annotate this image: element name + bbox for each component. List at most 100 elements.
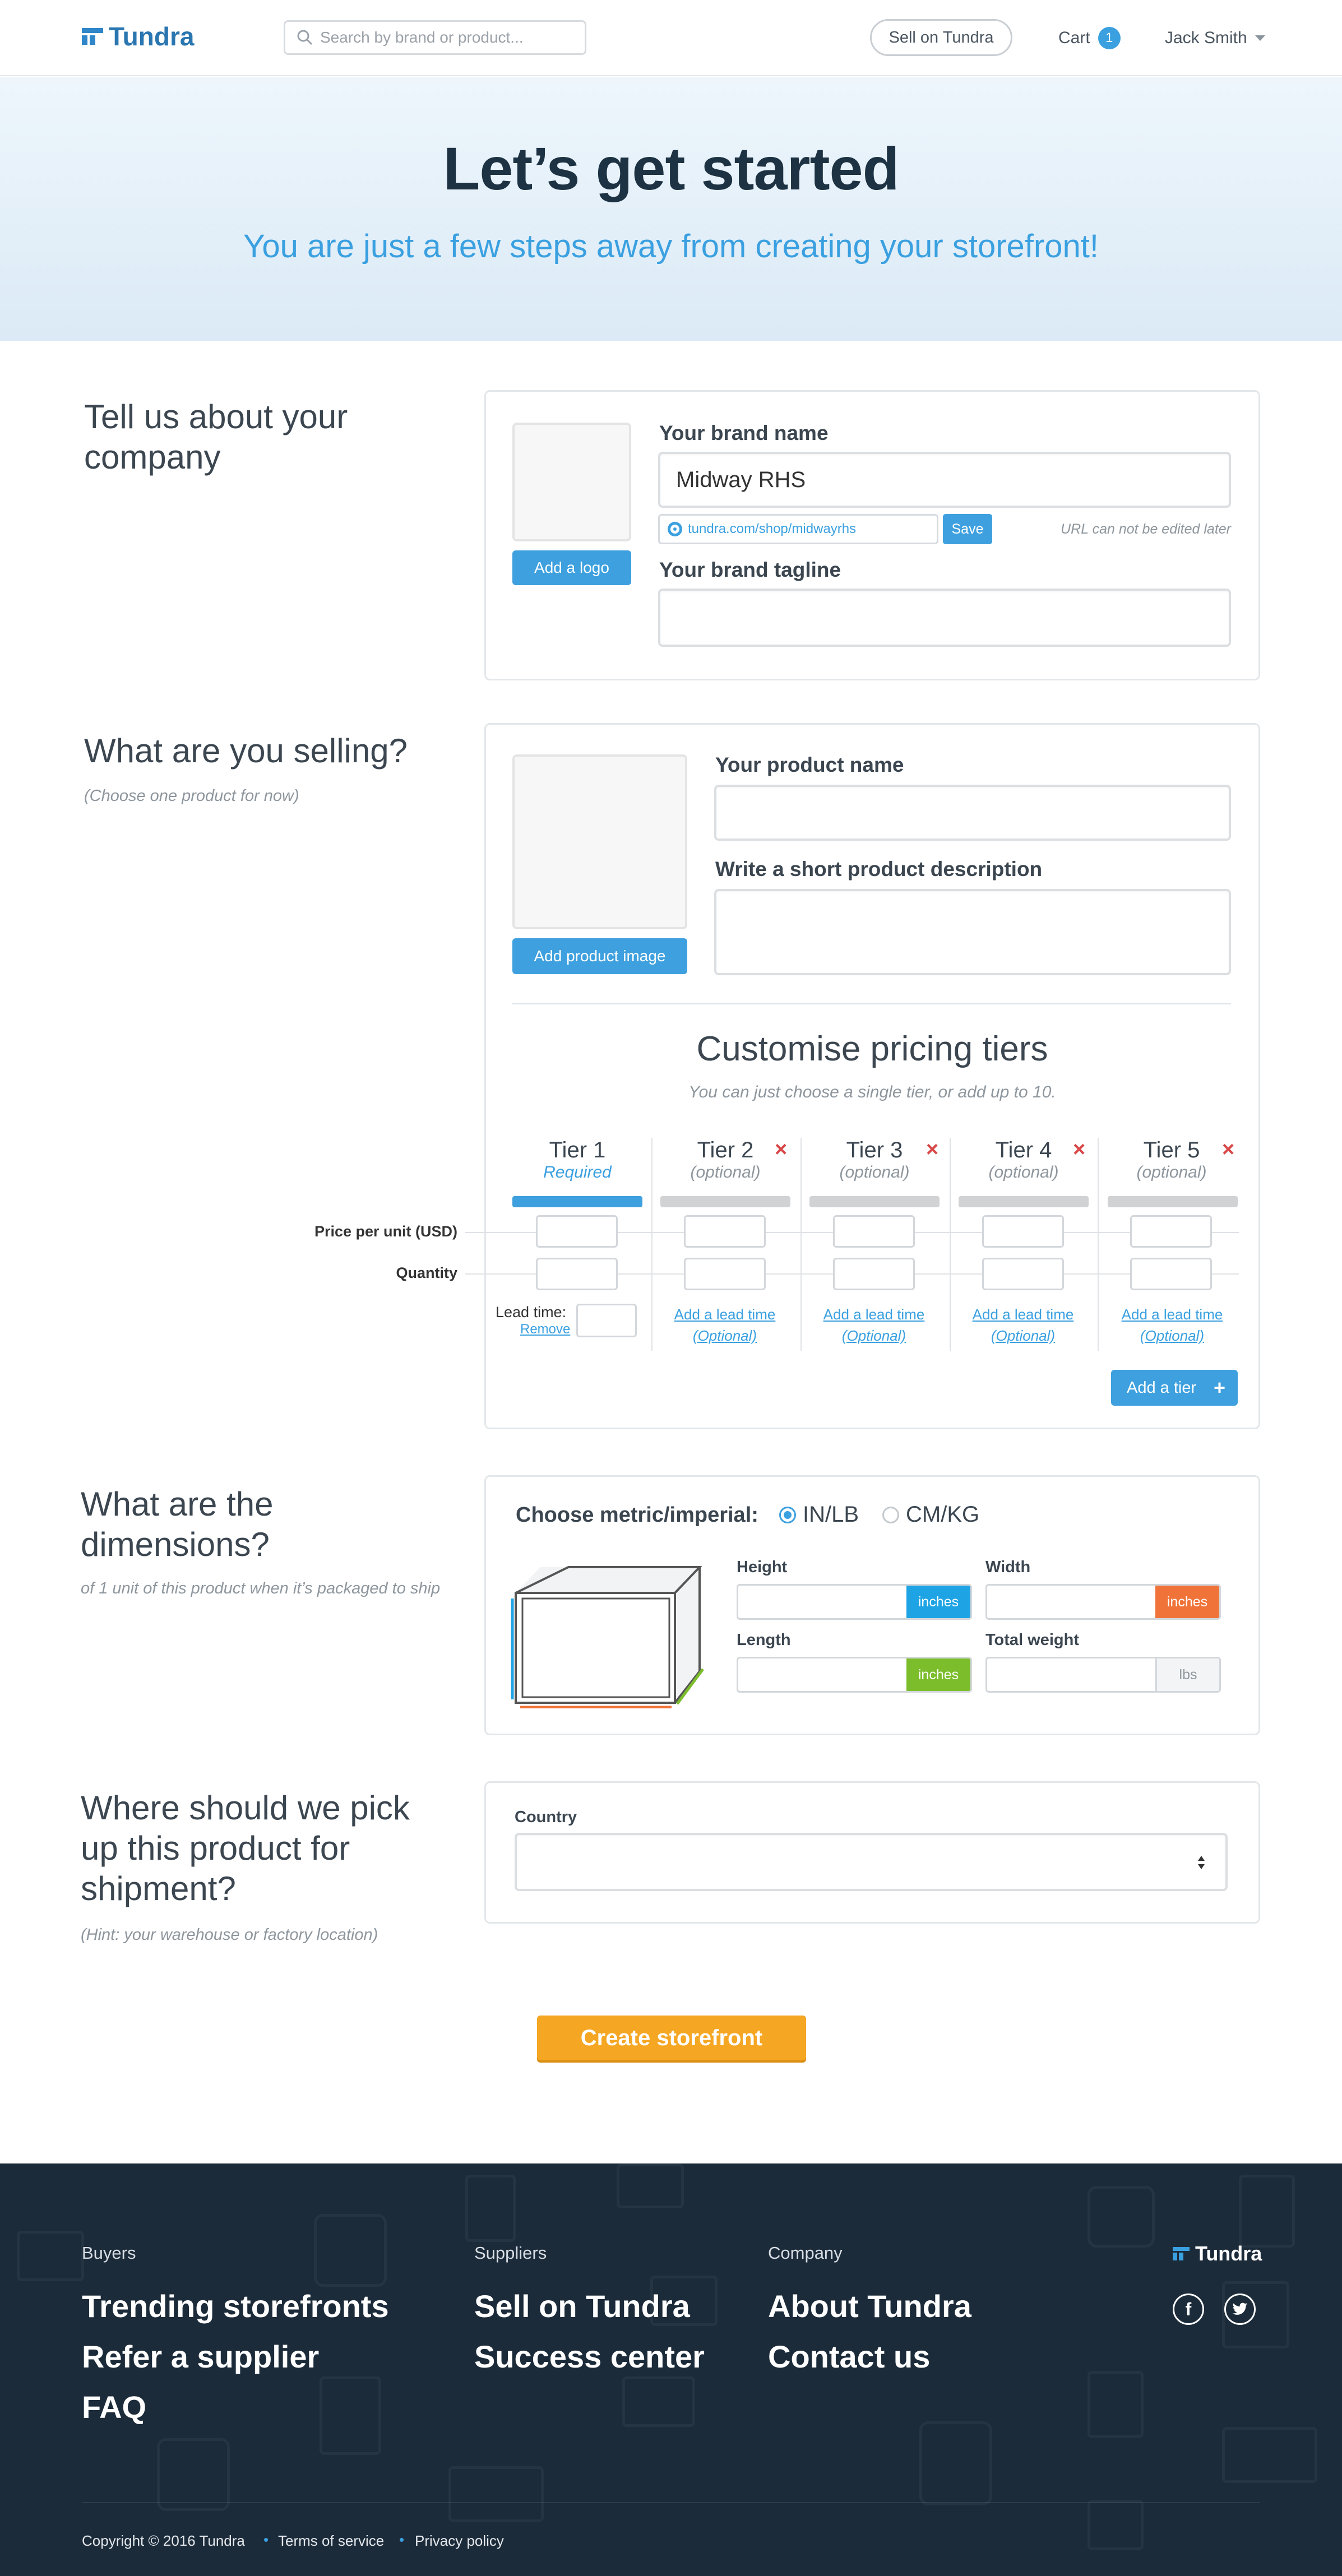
- receipt-icon: [465, 2175, 516, 2242]
- footer-link-contact-us[interactable]: Contact us: [768, 2338, 930, 2375]
- product-description-field[interactable]: [714, 889, 1231, 975]
- total-weight-label: Total weight: [985, 1631, 1080, 1649]
- tier-5-bar: [1108, 1196, 1238, 1207]
- width-field[interactable]: inches: [985, 1584, 1221, 1620]
- divider: [512, 1003, 1231, 1004]
- tier-2-price-input[interactable]: [684, 1215, 766, 1248]
- brand-tagline-field[interactable]: [658, 589, 1231, 647]
- price-per-unit-label: Price per unit (USD): [314, 1223, 457, 1240]
- brand-tagline-input[interactable]: [660, 591, 1229, 645]
- footer: Buyers Trending storefronts Refer a supp…: [0, 2163, 1342, 2576]
- brand-name-field[interactable]: [658, 452, 1231, 508]
- footer-link-refer-supplier[interactable]: Refer a supplier: [82, 2338, 319, 2375]
- truck-icon: [1222, 2427, 1317, 2483]
- storefront-icon: [1088, 2186, 1155, 2248]
- add-lead-time-link[interactable]: Add a lead time (Optional): [1108, 1304, 1237, 1346]
- cart-link[interactable]: Cart 1: [1058, 21, 1121, 55]
- add-lead-time-link[interactable]: Add a lead time (Optional): [809, 1304, 938, 1346]
- add-product-image-button[interactable]: Add product image: [512, 938, 687, 974]
- add-lead-time-link[interactable]: Add a lead time (Optional): [660, 1304, 789, 1346]
- tier-status: Required: [543, 1163, 612, 1182]
- package-icon: [617, 2163, 684, 2208]
- tier-2-quantity-input[interactable]: [684, 1258, 766, 1290]
- terms-of-service-link[interactable]: Terms of service: [278, 2532, 384, 2550]
- tundra-logo[interactable]: Tundra: [82, 21, 194, 52]
- product-image-placeholder[interactable]: [512, 754, 687, 929]
- page-title: Let’s get started: [443, 135, 899, 202]
- close-icon[interactable]: ×: [926, 1138, 938, 1162]
- optional-text: (Optional): [1140, 1327, 1205, 1344]
- add-lead-time-text: Add a lead time: [972, 1306, 1074, 1323]
- close-icon[interactable]: ×: [1222, 1138, 1234, 1162]
- metric-radio[interactable]: [882, 1507, 899, 1523]
- tier-4-price-input[interactable]: [982, 1215, 1064, 1248]
- tier-2-header: Tier 2 (optional): [656, 1138, 795, 1182]
- product-name-input[interactable]: [716, 787, 1229, 838]
- tier-4-header: Tier 4 (optional): [954, 1138, 1093, 1182]
- close-icon[interactable]: ×: [1073, 1138, 1085, 1162]
- search-input[interactable]: [320, 29, 585, 47]
- logo-placeholder[interactable]: [512, 423, 631, 541]
- add-lead-time-text: Add a lead time: [1121, 1306, 1223, 1323]
- footer-link-faq[interactable]: FAQ: [82, 2389, 146, 2425]
- tier-5-quantity-input[interactable]: [1130, 1258, 1212, 1290]
- footer-link-trending-storefronts[interactable]: Trending storefronts: [82, 2288, 389, 2324]
- store-url-field[interactable]: tundra.com/shop/midwayrhs: [658, 514, 938, 544]
- product-description-label: Write a short product description: [715, 858, 1043, 881]
- tier-4-quantity-input[interactable]: [982, 1258, 1064, 1290]
- create-storefront-button[interactable]: Create storefront: [537, 2016, 806, 2060]
- sell-on-tundra-button[interactable]: Sell on Tundra: [870, 19, 1012, 56]
- search-box[interactable]: [284, 20, 586, 55]
- metric-option-label[interactable]: CM/KG: [906, 1502, 979, 1527]
- tier-2-bar: [660, 1196, 790, 1207]
- twitter-icon[interactable]: [1224, 2294, 1256, 2325]
- add-lead-time-link[interactable]: Add a lead time (Optional): [959, 1304, 1088, 1346]
- imperial-option-label[interactable]: IN/LB: [803, 1502, 859, 1527]
- product-name-field[interactable]: [714, 785, 1231, 841]
- length-label: Length: [737, 1631, 791, 1649]
- tier-3-header: Tier 3 (optional): [805, 1138, 944, 1182]
- tier-1-lead-time-input[interactable]: [576, 1304, 637, 1337]
- footer-link-success-center[interactable]: Success center: [474, 2338, 705, 2375]
- storefront-icon: [919, 2421, 992, 2505]
- globe-icon: [668, 522, 682, 536]
- footer-tundra-logo[interactable]: Tundra: [1173, 2242, 1262, 2265]
- footer-link-about-tundra[interactable]: About Tundra: [768, 2288, 971, 2324]
- tier-5-price-input[interactable]: [1130, 1215, 1212, 1248]
- length-field[interactable]: inches: [737, 1657, 972, 1693]
- tier-3-quantity-input[interactable]: [833, 1258, 915, 1290]
- footer-link-sell-on-tundra[interactable]: Sell on Tundra: [474, 2288, 690, 2324]
- product-description-input[interactable]: [716, 891, 1229, 973]
- tier-name: Tier 1: [549, 1138, 606, 1162]
- height-field[interactable]: inches: [737, 1584, 972, 1620]
- remove-lead-time-link[interactable]: Remove: [520, 1322, 570, 1337]
- add-logo-button[interactable]: Add a logo: [512, 550, 631, 585]
- brand-name-label: Your brand name: [659, 421, 829, 444]
- copyright-text: Copyright © 2016 Tundra: [82, 2532, 245, 2549]
- tier-1-price-input[interactable]: [536, 1215, 618, 1248]
- close-icon[interactable]: ×: [775, 1138, 787, 1162]
- country-select[interactable]: [515, 1833, 1228, 1891]
- brand-name-input[interactable]: [660, 454, 1229, 506]
- total-weight-field[interactable]: lbs: [985, 1657, 1221, 1693]
- tier-3-price-input[interactable]: [833, 1215, 915, 1248]
- laptop-icon: [622, 2376, 695, 2427]
- user-menu[interactable]: Jack Smith: [1165, 21, 1265, 55]
- imperial-radio[interactable]: [779, 1507, 796, 1523]
- footer-divider: [82, 2502, 1260, 2503]
- privacy-policy-link[interactable]: Privacy policy: [415, 2532, 504, 2550]
- product-section-hint: (Choose one product for now): [84, 787, 299, 805]
- tier-1-bar: [512, 1196, 642, 1207]
- optional-text: (Optional): [692, 1327, 757, 1344]
- add-tier-label: Add a tier: [1127, 1378, 1197, 1397]
- pricing-tiers-hint: You can just choose a single tier, or ad…: [688, 1083, 1056, 1101]
- facebook-icon[interactable]: f: [1173, 2294, 1204, 2325]
- add-tier-button[interactable]: Add a tier +: [1111, 1370, 1238, 1406]
- save-url-button[interactable]: Save: [943, 514, 992, 544]
- add-lead-time-text: Add a lead time: [823, 1306, 925, 1323]
- laptop-icon: [17, 2231, 84, 2281]
- page-subtitle: You are just a few steps away from creat…: [243, 228, 1099, 265]
- tier-divider: [800, 1138, 802, 1351]
- select-arrows-icon: [1198, 1856, 1205, 1869]
- tier-1-quantity-input[interactable]: [536, 1258, 618, 1290]
